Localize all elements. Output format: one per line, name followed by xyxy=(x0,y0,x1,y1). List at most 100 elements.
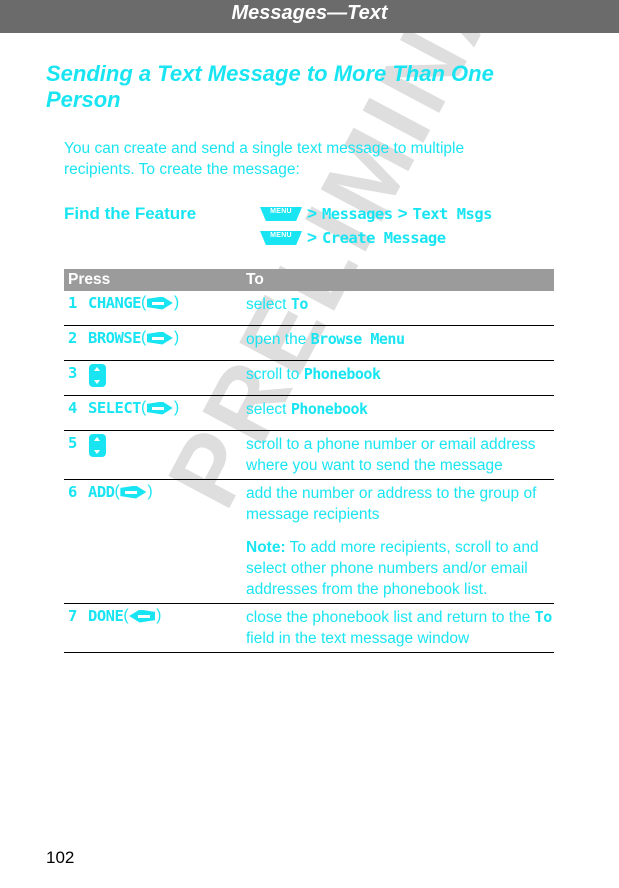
scroll-down-arrow-icon xyxy=(94,380,100,384)
step-press-content[interactable]: ADD () xyxy=(88,483,153,501)
step-to-text: select To xyxy=(246,294,554,315)
softkey-slot xyxy=(151,301,164,305)
steps-table: Press To 1 CHANGE () select To 2 BROWSE () op… xyxy=(64,269,554,653)
open-paren: ( xyxy=(141,329,146,346)
menu-path-item[interactable]: Create Message xyxy=(322,229,446,247)
step-press-cell: 6 ADD () xyxy=(64,483,246,600)
left-softkey-icon xyxy=(129,609,156,623)
step-to-cell: select Phonebook xyxy=(246,399,554,427)
menu-key-label: MENU xyxy=(270,208,292,215)
table-row: 4 SELECT () select Phonebook xyxy=(64,396,554,431)
step-to-text: select Phonebook xyxy=(246,399,554,420)
intro-paragraph: You can create and send a single text me… xyxy=(64,140,465,178)
note-label: Note: xyxy=(246,539,286,556)
step-number: 7 xyxy=(68,607,78,625)
step-text-fragment: add the number or address to the group o… xyxy=(246,485,537,523)
open-paren: ( xyxy=(123,607,129,624)
table-row: 3 scroll to Phonebook xyxy=(64,361,554,396)
right-softkey-icon xyxy=(146,331,173,345)
step-text-fragment: field in the text message window xyxy=(246,630,470,647)
step-key-label: SELECT xyxy=(88,399,142,417)
menu-path-row: MENU > Create Message xyxy=(260,226,446,250)
menu-path-separator: > xyxy=(397,204,408,223)
close-paren: ) xyxy=(173,329,179,346)
step-to-text: scroll to Phonebook xyxy=(246,364,554,385)
ui-term: Phonebook xyxy=(290,400,368,418)
ui-term: Browse Menu xyxy=(310,330,405,348)
step-text-fragment: scroll to xyxy=(246,366,304,383)
scroll-up-arrow-icon xyxy=(94,367,100,371)
step-press-cell: 1 CHANGE () xyxy=(64,294,246,322)
close-paren: ) xyxy=(147,483,153,500)
step-press-cell: 2 BROWSE () xyxy=(64,329,246,357)
right-softkey-icon xyxy=(120,485,147,499)
scroll-key-icon xyxy=(89,434,106,457)
step-press-content[interactable]: DONE () xyxy=(88,607,161,625)
step-key-label: ADD xyxy=(88,483,115,501)
step-text-fragment: select xyxy=(246,296,291,313)
step-text-fragment: scroll to a phone number or email addres… xyxy=(246,436,536,474)
step-to-cell: scroll to Phonebook xyxy=(246,364,554,392)
column-header-to: To xyxy=(246,271,264,288)
table-row: 1 CHANGE () select To xyxy=(64,291,554,326)
step-to-cell: close the phonebook list and return to t… xyxy=(246,607,554,649)
step-number: 5 xyxy=(68,434,78,452)
close-paren: ) xyxy=(173,399,179,416)
step-press-content[interactable] xyxy=(88,434,106,457)
step-to-cell: select To xyxy=(246,294,554,322)
step-to-text: scroll to a phone number or email addres… xyxy=(246,434,554,476)
ui-term: To xyxy=(290,295,309,313)
ui-term: To xyxy=(534,608,553,626)
open-paren: ( xyxy=(114,483,120,500)
menu-path-separator: > xyxy=(307,228,317,247)
step-to-text: open the Browse Menu xyxy=(246,329,554,350)
step-press-cell: 5 xyxy=(64,434,246,476)
step-press-content[interactable]: CHANGE () xyxy=(88,294,179,312)
page-header-title: Messages—Text xyxy=(231,2,388,24)
step-number: 3 xyxy=(68,364,78,382)
note-text: To add more recipients, scroll to and se… xyxy=(246,539,539,598)
menu-path-item[interactable]: Text Msgs xyxy=(413,205,493,223)
table-row: 5 scroll to a phone number or email addre… xyxy=(64,431,554,480)
step-key-label: BROWSE xyxy=(88,329,142,347)
step-key-label: CHANGE xyxy=(88,294,142,312)
scroll-down-arrow-icon xyxy=(94,450,100,454)
step-press-cell: 7 DONE () xyxy=(64,607,246,649)
close-paren: ) xyxy=(173,294,179,311)
note-block: Note: To add more recipients, scroll to … xyxy=(246,537,554,600)
scroll-key-icon xyxy=(89,364,106,387)
right-softkey-icon xyxy=(146,296,173,310)
step-to-cell: add the number or address to the group o… xyxy=(246,483,554,600)
close-paren: ) xyxy=(156,607,161,624)
step-press-content[interactable]: SELECT () xyxy=(88,399,179,417)
column-header-press: Press xyxy=(68,271,111,288)
step-text-fragment: select xyxy=(246,401,291,418)
step-number: 4 xyxy=(68,399,78,417)
softkey-slot xyxy=(151,406,164,410)
step-to-text: close the phonebook list and return to t… xyxy=(246,607,554,649)
step-press-content[interactable]: BROWSE () xyxy=(88,329,179,347)
step-to-text: add the number or address to the group o… xyxy=(246,483,554,525)
step-key-label: DONE xyxy=(88,607,124,625)
softkey-slot xyxy=(151,336,164,340)
step-number: 6 xyxy=(68,483,78,501)
step-to-cell: open the Browse Menu xyxy=(246,329,554,357)
menu-path-item[interactable]: Messages xyxy=(322,205,393,223)
menu-key-icon: MENU xyxy=(260,231,302,245)
table-row: 2 BROWSE () open the Browse Menu xyxy=(64,326,554,361)
step-press-content[interactable] xyxy=(88,364,106,387)
open-paren: ( xyxy=(141,399,146,416)
step-number: 1 xyxy=(68,294,78,312)
right-softkey-icon xyxy=(146,401,173,415)
table-row: 6 ADD () add the number or address to the … xyxy=(64,480,554,604)
step-number: 2 xyxy=(68,329,78,347)
table-row: 7 DONE () close the phonebook list and ret… xyxy=(64,604,554,653)
section-heading: Sending a Text Message to More Than One … xyxy=(46,61,494,112)
steps-table-body: 1 CHANGE () select To 2 BROWSE () open the Br… xyxy=(64,291,554,653)
menu-path-row: MENU > Messages > Text Msgs xyxy=(260,202,493,226)
page-number: 102 xyxy=(46,848,75,867)
menu-path-separator: > xyxy=(307,204,317,223)
menu-key-label: MENU xyxy=(270,232,292,239)
step-press-cell: 3 xyxy=(64,364,246,392)
softkey-slot xyxy=(125,490,138,494)
